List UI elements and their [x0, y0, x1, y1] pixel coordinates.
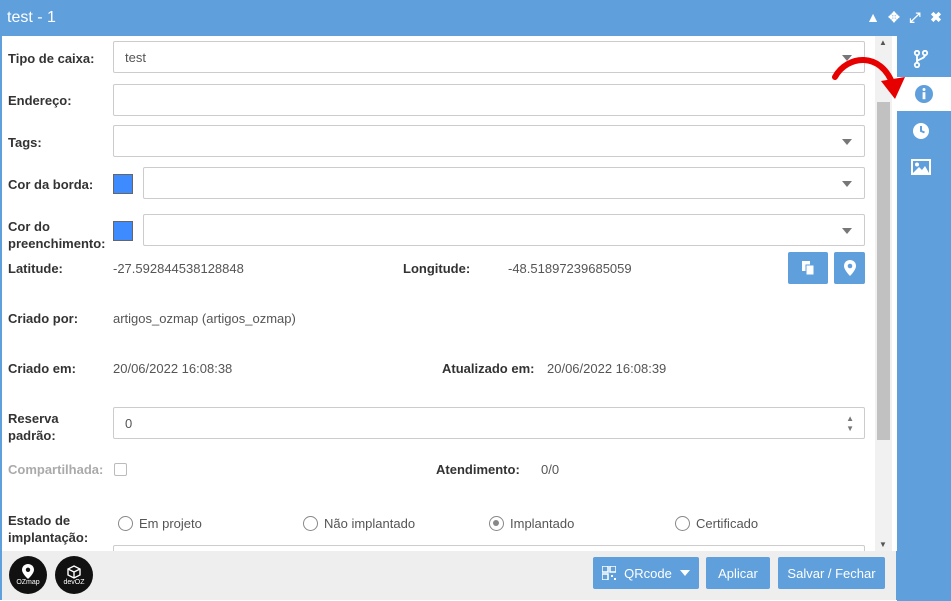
footer-bar: OZmap devOZ QRcode Aplicar Salvar / Fech…: [2, 551, 896, 600]
compartilhada-checkbox[interactable]: [114, 463, 127, 476]
radio-circle[interactable]: [675, 516, 690, 531]
reserva-padrao-value: 0: [125, 416, 133, 431]
atualizado-em-value: 20/06/2022 16:08:39: [547, 361, 667, 376]
tipo-caixa-label: Tipo de caixa:: [8, 51, 95, 66]
dialog-window: test - 1 ▲ ✥ ⤢ ✖ Tipo de caixa: test End…: [0, 0, 951, 601]
radio-certificado[interactable]: Certificado: [675, 516, 758, 531]
cor-preenchimento-select[interactable]: [143, 214, 865, 246]
tags-select[interactable]: [113, 125, 865, 157]
clock-icon: [913, 123, 929, 139]
copy-icon: [802, 261, 815, 276]
tags-label: Tags:: [8, 135, 42, 150]
cor-preenchimento-swatch[interactable]: [113, 221, 133, 241]
longitude-label: Longitude:: [403, 261, 471, 276]
criado-em-label: Criado em:: [8, 361, 76, 376]
scroll-down-icon[interactable]: ▼: [879, 540, 887, 549]
radio-label: Em projeto: [139, 516, 202, 531]
endereco-label: Endereço:: [8, 93, 72, 108]
scroll-thumb[interactable]: [877, 102, 890, 440]
latitude-label: Latitude:: [8, 261, 63, 276]
image-icon: [911, 159, 931, 175]
save-close-label: Salvar / Fechar: [787, 565, 876, 581]
tipo-caixa-value: test: [125, 50, 146, 65]
radio-nao-implantado[interactable]: Não implantado: [303, 516, 415, 531]
copy-coordinates-button[interactable]: [788, 252, 828, 284]
devoz-logo[interactable]: devOZ: [55, 556, 93, 594]
radio-implantado[interactable]: Implantado: [489, 516, 574, 531]
sidebar-item-history[interactable]: [901, 114, 941, 148]
radio-em-projeto[interactable]: Em projeto: [118, 516, 202, 531]
atualizado-em-label: Atualizado em:: [442, 361, 535, 376]
map-pin-icon: [843, 260, 856, 276]
collapse-icon[interactable]: ▲: [865, 9, 881, 25]
criado-por-value: artigos_ozmap (artigos_ozmap): [113, 311, 296, 326]
latitude-value: -27.592844538128848: [113, 261, 244, 276]
cor-borda-swatch[interactable]: [113, 174, 133, 194]
form-content: Tipo de caixa: test Endereço: Tags: Cor …: [2, 36, 875, 551]
vertical-scrollbar[interactable]: ▲ ▼: [875, 36, 892, 551]
devoz-logo-text: devOZ: [63, 578, 85, 586]
cor-borda-label: Cor da borda:: [8, 177, 94, 192]
qrcode-icon: [602, 566, 617, 580]
chevron-down-icon: [842, 181, 852, 187]
cor-borda-select[interactable]: [143, 167, 865, 199]
branch-icon: [913, 50, 929, 68]
tipo-caixa-select[interactable]: test: [113, 41, 865, 73]
reserva-padrao-input[interactable]: 0 ▲ ▼: [113, 407, 865, 439]
sidebar-item-images[interactable]: [901, 150, 941, 184]
radio-circle[interactable]: [303, 516, 318, 531]
cor-preenchimento-label-2: preenchimento:: [8, 236, 106, 251]
move-icon[interactable]: ✥: [886, 9, 902, 25]
radio-circle[interactable]: [118, 516, 133, 531]
title-bar[interactable]: test - 1 ▲ ✥ ⤢ ✖: [1, 1, 950, 35]
reserva-padrao-label-2: padrão:: [8, 428, 56, 443]
close-icon[interactable]: ✖: [928, 9, 944, 25]
longitude-value: -48.51897239685059: [508, 261, 632, 276]
endereco-input[interactable]: [113, 84, 865, 116]
save-close-button[interactable]: Salvar / Fechar: [778, 557, 885, 589]
info-icon: [915, 85, 933, 103]
atendimento-value: 0/0: [541, 462, 560, 477]
compartilhada-label: Compartilhada:: [8, 462, 104, 477]
criado-em-value: 20/06/2022 16:08:38: [113, 361, 233, 376]
qrcode-dropdown-button[interactable]: QRcode: [593, 557, 699, 589]
chevron-down-icon: [842, 139, 852, 145]
radio-label: Implantado: [510, 516, 575, 531]
reserva-padrao-label-1: Reserva: [8, 411, 59, 426]
qrcode-label: QRcode: [624, 565, 672, 581]
criado-por-label: Criado por:: [8, 311, 79, 326]
window-controls: ▲ ✥ ⤢ ✖: [865, 9, 944, 25]
annotation-arrow: [832, 57, 905, 99]
devoz-cube-icon: [67, 564, 81, 579]
maximize-icon[interactable]: ⤢: [907, 9, 923, 25]
estado-implantacao-label-1: Estado de: [8, 513, 71, 528]
ozmap-pin-icon: [22, 564, 34, 579]
apply-label: Aplicar: [718, 565, 758, 581]
caret-down-icon: [679, 570, 690, 576]
number-stepper-icon[interactable]: ▲ ▼: [846, 414, 854, 434]
atendimento-label: Atendimento:: [436, 462, 520, 477]
chevron-down-icon: [842, 228, 852, 234]
scroll-up-icon[interactable]: ▲: [879, 38, 887, 47]
window-title: test - 1: [7, 9, 56, 26]
ozmap-logo-text: OZmap: [16, 579, 40, 586]
estado-implantacao-label-2: implantação:: [8, 530, 89, 545]
radio-label: Certificado: [696, 516, 759, 531]
right-sidebar: [897, 36, 951, 601]
ozmap-logo[interactable]: OZmap: [9, 556, 47, 594]
radio-label: Não implantado: [324, 516, 416, 531]
cor-preenchimento-label-1: Cor do: [8, 219, 50, 234]
apply-button[interactable]: Aplicar: [706, 557, 770, 589]
locate-on-map-button[interactable]: [834, 252, 865, 284]
radio-circle-checked[interactable]: [489, 516, 504, 531]
